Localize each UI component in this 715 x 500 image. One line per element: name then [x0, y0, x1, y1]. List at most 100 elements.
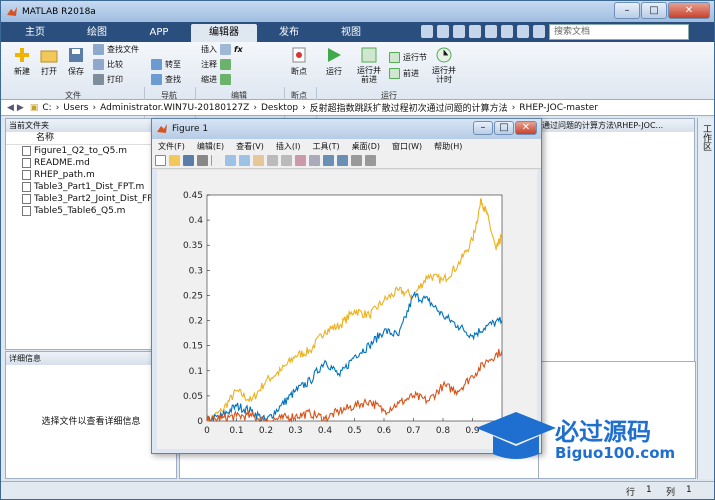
indent-button[interactable]: 缩进 — [201, 74, 231, 85]
rotate-icon[interactable] — [267, 155, 278, 166]
menu-window[interactable]: 窗口(W) — [392, 141, 422, 152]
y-tick-label: 0.3 — [189, 266, 203, 276]
run-advance-label: 运行并 前进 — [357, 66, 381, 84]
new-button[interactable]: 新建 — [9, 46, 35, 77]
redo-icon[interactable] — [501, 25, 513, 38]
help-icon[interactable] — [533, 25, 545, 38]
back-arrow-icon[interactable]: ◀ — [7, 103, 14, 113]
menu-view[interactable]: 查看(V) — [236, 141, 264, 152]
quick-copy-icon[interactable] — [453, 25, 465, 38]
path-segment[interactable]: Administrator.WIN7U-20180127Z — [100, 103, 249, 113]
compare-button[interactable]: 比较 — [93, 59, 123, 70]
figure-title-bar: Figure 1 – □ ✕ — [152, 119, 541, 139]
figure-minimize-button[interactable]: – — [473, 121, 493, 135]
quick-save-icon[interactable] — [421, 25, 433, 38]
menu-desktop[interactable]: 桌面(D) — [352, 141, 380, 152]
path-segment[interactable]: 反射超指数跳跃扩散过程初次通过问题的计算方法 — [310, 101, 508, 114]
folder-up-icon[interactable]: ▣ — [30, 103, 39, 113]
tab-publish[interactable]: 发布 — [259, 24, 319, 42]
zoom-out-icon[interactable] — [239, 155, 250, 166]
path-segment[interactable]: C: — [42, 103, 51, 113]
watermark: 必过源码 Biguo100.com — [471, 398, 701, 468]
tab-view[interactable]: 视图 — [321, 24, 381, 42]
menu-file[interactable]: 文件(F) — [158, 141, 185, 152]
line-number: 1 — [646, 485, 652, 495]
close-button[interactable]: ✕ — [668, 2, 710, 19]
tab-editor[interactable]: 编辑器 — [191, 24, 257, 42]
x-tick-label: 0 — [204, 426, 210, 436]
zoom-in-icon[interactable] — [225, 155, 236, 166]
comment-button[interactable]: 注释 — [201, 59, 231, 70]
pointer-icon[interactable] — [211, 155, 222, 166]
fx-icon[interactable]: fx — [234, 45, 243, 54]
figure-maximize-button[interactable]: □ — [494, 121, 514, 135]
tab-home[interactable]: 主页 — [5, 24, 65, 42]
brush-icon[interactable] — [295, 155, 306, 166]
advance-button[interactable]: 前进 — [389, 68, 419, 79]
y-tick-label: 0.25 — [183, 291, 203, 301]
forward-arrow-icon[interactable]: ▶ — [17, 103, 24, 113]
menu-help[interactable]: 帮助(H) — [434, 141, 462, 152]
path-segment[interactable]: Desktop — [261, 103, 298, 113]
print-button[interactable]: 打印 — [93, 74, 123, 85]
y-tick-label: 0.35 — [183, 241, 203, 251]
quick-paste-icon[interactable] — [469, 25, 481, 38]
goto-label: 转至 — [165, 60, 181, 69]
open-file-icon[interactable] — [169, 155, 180, 166]
run-section-button[interactable]: 运行节 — [389, 52, 427, 63]
y-tick-label: 0 — [197, 417, 203, 427]
workspace-tab[interactable]: 工作区 — [700, 124, 713, 151]
path-segment[interactable]: Users — [63, 103, 88, 113]
insert-button[interactable]: 插入 fx — [201, 44, 243, 55]
open-button[interactable]: 打开 — [36, 46, 62, 77]
maximize-button[interactable]: □ — [641, 2, 667, 19]
show-tools-icon[interactable] — [365, 155, 376, 166]
run-button[interactable]: 运行 — [321, 46, 347, 77]
goto-arrow-icon — [151, 59, 162, 70]
compare-icon — [93, 59, 104, 70]
tab-apps[interactable]: APP — [129, 24, 189, 42]
goto-button[interactable]: 转至 — [151, 59, 181, 70]
watermark-url: Biguo100.com — [555, 444, 676, 462]
text-file-icon — [22, 158, 31, 168]
run-advance-icon — [361, 47, 377, 63]
data-cursor-icon[interactable] — [281, 155, 292, 166]
run-time-clock-icon — [436, 47, 452, 63]
pan-hand-icon[interactable] — [253, 155, 264, 166]
save-figure-icon[interactable] — [183, 155, 194, 166]
switch-windows-icon[interactable] — [517, 25, 529, 38]
menu-tools[interactable]: 工具(T) — [312, 141, 339, 152]
legend-icon[interactable] — [337, 155, 348, 166]
menu-edit[interactable]: 编辑(E) — [197, 141, 224, 152]
find-files-button[interactable]: 查找文件 — [93, 44, 139, 55]
tab-plots[interactable]: 绘图 — [67, 24, 127, 42]
file-name: Table5_Table6_Q5.m — [34, 206, 126, 216]
print-label: 打印 — [107, 75, 123, 84]
run-time-button[interactable]: 运行并 计时 — [429, 46, 459, 84]
colorbar-icon[interactable] — [323, 155, 334, 166]
search-documentation-input[interactable]: 搜索文档 — [549, 24, 689, 40]
insert-label: 插入 — [201, 45, 217, 54]
save-button[interactable]: 保存 — [63, 46, 89, 77]
link-plot-icon[interactable] — [309, 155, 320, 166]
figure-close-button[interactable]: ✕ — [515, 121, 537, 135]
find-button[interactable]: 查找 — [151, 74, 181, 85]
path-segment[interactable]: RHEP-JOC-master — [519, 103, 598, 113]
quick-cut-icon[interactable] — [437, 25, 449, 38]
new-label: 新建 — [14, 67, 30, 76]
menu-insert[interactable]: 插入(I) — [276, 141, 301, 152]
undo-icon[interactable] — [485, 25, 497, 38]
minimize-button[interactable]: – — [614, 2, 640, 19]
x-tick-label: 0.1 — [229, 426, 243, 436]
folder-icon — [40, 50, 58, 63]
advance-icon — [389, 68, 400, 79]
run-label: 运行 — [326, 67, 342, 76]
address-bar[interactable]: ◀ ▶ ▣ C: › Users › Administrator.WIN7U-2… — [1, 100, 714, 116]
breakpoints-button[interactable]: 断点 — [287, 46, 311, 77]
print-figure-icon[interactable] — [197, 155, 208, 166]
new-figure-icon[interactable] — [155, 155, 166, 166]
x-tick-label: 0.6 — [377, 426, 392, 436]
run-advance-button[interactable]: 运行并 前进 — [353, 46, 385, 84]
x-tick-label: 0.2 — [259, 426, 273, 436]
hide-tools-icon[interactable] — [351, 155, 362, 166]
